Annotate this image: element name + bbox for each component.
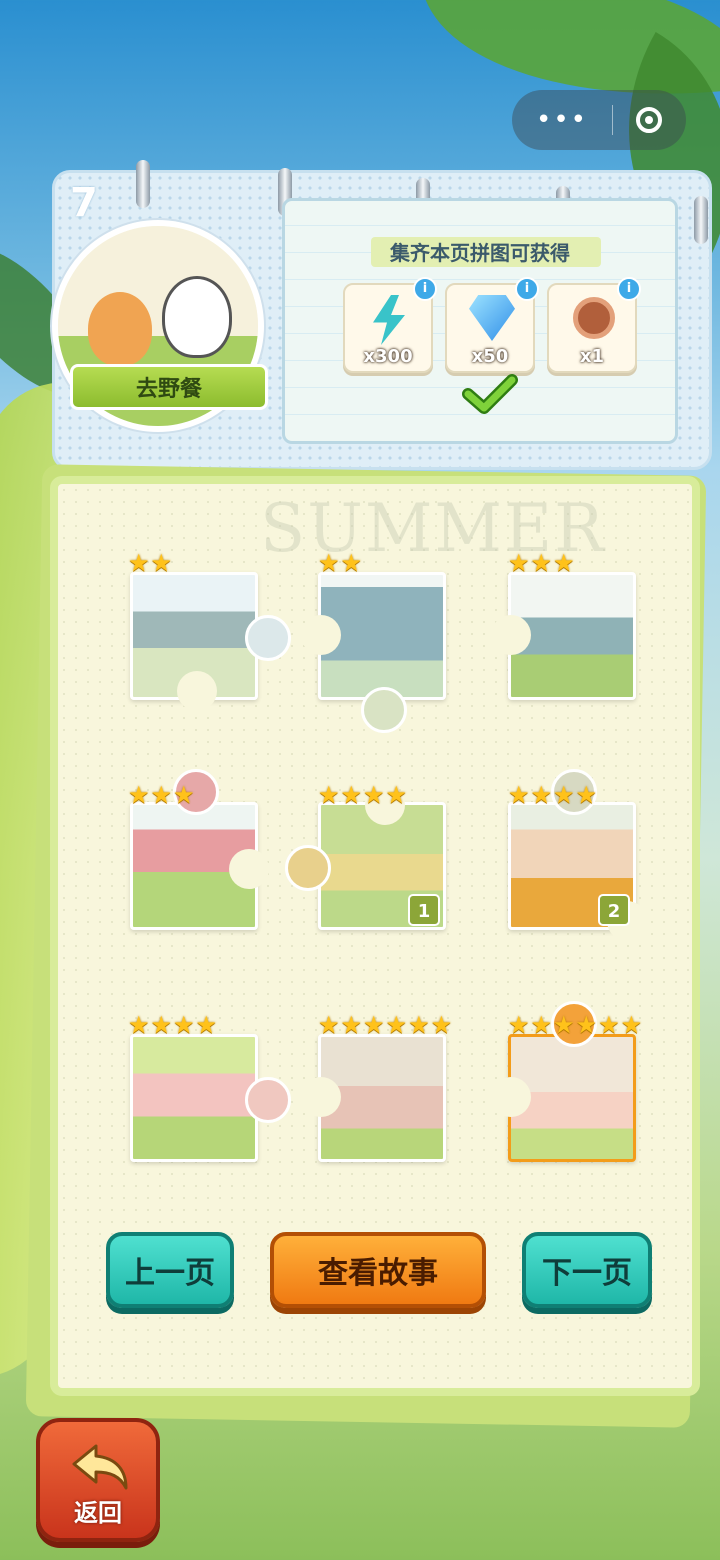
puzzle-piece[interactable] bbox=[491, 572, 636, 700]
capsule-divider bbox=[611, 105, 613, 135]
star-icon: ★ bbox=[620, 1011, 643, 1039]
star-icon: ★ bbox=[575, 1011, 598, 1039]
lightning-bolt-icon bbox=[373, 295, 405, 345]
star-icon: ★ bbox=[318, 781, 340, 809]
puzzle-knob bbox=[245, 1077, 291, 1123]
star-icon: ★ bbox=[340, 781, 363, 809]
star-icon: ★ bbox=[553, 781, 575, 809]
star-icon: ★ bbox=[340, 1011, 363, 1039]
star-icon: ★ bbox=[530, 549, 553, 577]
star-rating: ★ ★ ★ ★ bbox=[128, 1012, 217, 1038]
star-icon: ★ bbox=[575, 781, 598, 809]
star-icon: ★ bbox=[508, 781, 530, 809]
star-icon: ★ bbox=[150, 549, 173, 577]
star-icon: ★ bbox=[363, 1011, 385, 1039]
star-rating: ★ ★ ★ ★ bbox=[318, 782, 407, 808]
puzzle-piece[interactable] bbox=[301, 572, 446, 733]
star-icon: ★ bbox=[430, 1011, 453, 1039]
prev-page-button[interactable]: 上一页 bbox=[106, 1232, 234, 1308]
info-icon[interactable]: i bbox=[617, 277, 641, 301]
checkmark-icon bbox=[462, 374, 518, 414]
puzzle-hole bbox=[491, 615, 531, 655]
miniprogram-capsule: ••• bbox=[512, 90, 686, 150]
reward-item-energy[interactable]: x300 i bbox=[343, 277, 437, 373]
star-icon: ★ bbox=[508, 1011, 530, 1039]
star-icon: ★ bbox=[363, 781, 385, 809]
puzzle-piece[interactable] bbox=[130, 1034, 291, 1162]
reward-amount: x50 bbox=[471, 346, 509, 367]
reward-amount: x300 bbox=[363, 346, 413, 367]
target-circle-icon[interactable] bbox=[635, 107, 662, 133]
star-icon: ★ bbox=[385, 781, 408, 809]
info-icon[interactable]: i bbox=[413, 277, 437, 301]
puzzle-piece[interactable] bbox=[301, 1034, 446, 1162]
back-arrow-icon bbox=[72, 1444, 128, 1490]
puzzle-knob bbox=[361, 687, 407, 733]
reward-item-diamond[interactable]: x50 i bbox=[445, 277, 539, 373]
star-icon: ★ bbox=[173, 1011, 195, 1039]
reward-item-stopwatch[interactable]: x1 i bbox=[547, 277, 641, 373]
info-icon[interactable]: i bbox=[515, 277, 539, 301]
star-icon: ★ bbox=[173, 781, 195, 809]
star-icon: ★ bbox=[530, 781, 553, 809]
puzzle-knob bbox=[245, 615, 291, 661]
more-dots-icon[interactable]: ••• bbox=[536, 105, 588, 135]
puzzle-hole bbox=[301, 615, 341, 655]
view-story-button[interactable]: 查看故事 bbox=[270, 1232, 486, 1308]
puzzle-knob bbox=[285, 845, 331, 891]
star-icon: ★ bbox=[128, 781, 150, 809]
puzzle-hole bbox=[177, 671, 217, 711]
star-rating: ★ ★ ★ ★ ★ ★ bbox=[318, 1012, 452, 1038]
star-icon: ★ bbox=[530, 1011, 553, 1039]
star-rating: ★ ★ ★ bbox=[508, 550, 575, 576]
page-number: 7 bbox=[70, 180, 98, 226]
star-icon: ★ bbox=[598, 1011, 620, 1039]
star-icon: ★ bbox=[553, 549, 575, 577]
next-page-button[interactable]: 下一页 bbox=[522, 1232, 652, 1308]
piece-count-badge: 2 bbox=[598, 894, 630, 926]
reward-title: 集齐本页拼图可获得 bbox=[390, 241, 570, 265]
puzzle-piece[interactable] bbox=[491, 1001, 636, 1162]
orange-cat-icon bbox=[88, 292, 152, 366]
back-label: 返回 bbox=[74, 1499, 122, 1527]
star-rating: ★ ★ ★ ★ ★ ★ bbox=[508, 1012, 642, 1038]
white-cat-icon bbox=[162, 276, 232, 358]
star-rating: ★ ★ bbox=[128, 550, 172, 576]
star-icon: ★ bbox=[150, 1011, 173, 1039]
badge-title: 去野餐 bbox=[70, 364, 268, 410]
binder-ring bbox=[136, 160, 150, 208]
star-icon: ★ bbox=[128, 549, 150, 577]
star-icon: ★ bbox=[385, 1011, 408, 1039]
reward-amount: x1 bbox=[579, 346, 605, 367]
star-icon: ★ bbox=[553, 1011, 575, 1039]
star-icon: ★ bbox=[128, 1011, 150, 1039]
star-rating: ★ ★ bbox=[318, 550, 362, 576]
star-icon: ★ bbox=[408, 1011, 430, 1039]
puzzle-piece[interactable] bbox=[130, 572, 291, 711]
puzzle-hole bbox=[301, 1077, 341, 1117]
star-icon: ★ bbox=[508, 549, 530, 577]
puzzle-hole bbox=[491, 1077, 531, 1117]
back-button[interactable]: 返回 bbox=[36, 1418, 160, 1542]
star-icon: ★ bbox=[318, 549, 340, 577]
star-icon: ★ bbox=[150, 781, 173, 809]
star-icon: ★ bbox=[340, 549, 363, 577]
puzzle-piece[interactable] bbox=[130, 769, 269, 930]
binder-ring bbox=[694, 196, 708, 244]
puzzle-hole bbox=[229, 849, 269, 889]
star-rating: ★ ★ ★ ★ bbox=[508, 782, 597, 808]
star-icon: ★ bbox=[318, 1011, 340, 1039]
piece-count-badge: 1 bbox=[408, 894, 440, 926]
star-rating: ★ ★ ★ bbox=[128, 782, 195, 808]
star-icon: ★ bbox=[195, 1011, 218, 1039]
stopwatch-icon bbox=[573, 297, 615, 339]
diamond-icon bbox=[469, 295, 515, 341]
